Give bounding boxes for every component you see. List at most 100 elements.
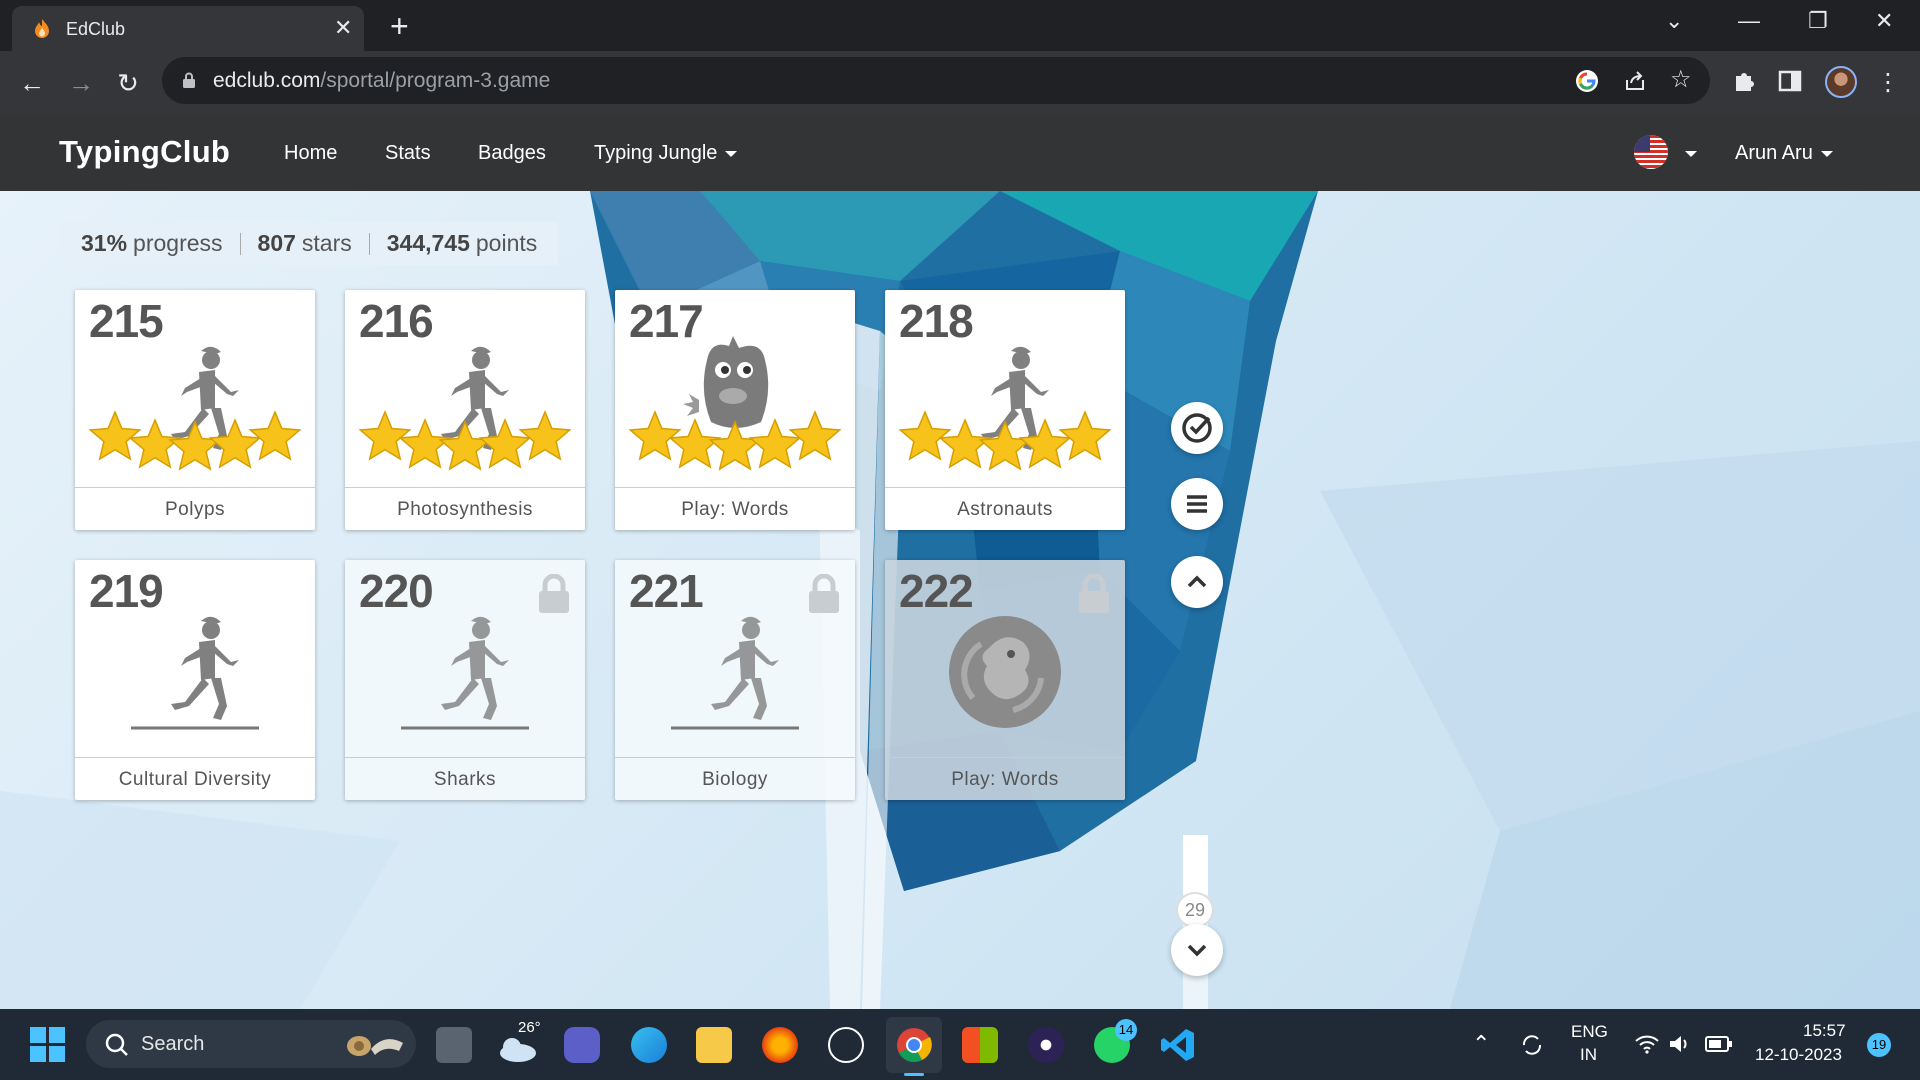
- monster-icon: [683, 336, 769, 428]
- runner-icon: [441, 616, 509, 720]
- vscode-icon[interactable]: [1160, 1027, 1196, 1063]
- lesson-label: Cultural Diversity: [75, 757, 315, 800]
- nav-typing-jungle-dropdown[interactable]: Typing Jungle: [594, 142, 738, 165]
- chevron-up-icon: [1187, 575, 1207, 588]
- star-icon: [248, 410, 302, 461]
- teams-chat-icon[interactable]: [564, 1027, 600, 1063]
- language-caret-icon[interactable]: [1685, 151, 1697, 157]
- windows-start-icon[interactable]: [30, 1027, 66, 1063]
- lesson-card[interactable]: 216 Photosynthesis: [345, 290, 585, 530]
- lesson-illustration: [88, 346, 302, 471]
- file-explorer-icon[interactable]: [696, 1027, 732, 1063]
- nav-home[interactable]: Home: [284, 142, 337, 165]
- star-icon: [978, 420, 1032, 471]
- edge-icon[interactable]: [631, 1027, 667, 1063]
- dell-icon[interactable]: [828, 1027, 864, 1063]
- google-icon[interactable]: [1574, 68, 1600, 94]
- lesson-illustration: [628, 336, 842, 471]
- chrome-menu-icon[interactable]: ⋮: [1870, 65, 1906, 101]
- nav-badges[interactable]: Badges: [478, 142, 546, 165]
- user-caret-icon: [1820, 150, 1833, 157]
- restore-icon[interactable]: ❐: [1808, 8, 1828, 34]
- sync-icon[interactable]: [1518, 1031, 1546, 1059]
- weather-temp: 26°: [518, 1019, 541, 1036]
- microsoft-store-icon[interactable]: [962, 1027, 998, 1063]
- task-view-icon[interactable]: [436, 1027, 472, 1063]
- progress-value: 31%: [81, 230, 128, 256]
- lock-icon: [809, 574, 839, 613]
- star-icon: [748, 418, 802, 469]
- chevron-down-icon: [1187, 944, 1207, 957]
- bookmark-star-icon[interactable]: ☆: [1670, 65, 1696, 93]
- tab-search-chevron-icon[interactable]: ⌄: [1665, 8, 1683, 34]
- points-value: 344,745: [386, 230, 470, 256]
- star-icon: [938, 418, 992, 469]
- tab-close-icon[interactable]: ✕: [334, 15, 352, 41]
- eclipse-icon[interactable]: [1028, 1027, 1064, 1063]
- lesson-illustration: [898, 346, 1112, 471]
- new-tab-icon[interactable]: +: [390, 8, 409, 45]
- runner-icon: [711, 616, 779, 720]
- clock-date[interactable]: 12-10-2023: [1755, 1045, 1842, 1065]
- chrome-icon[interactable]: [896, 1027, 932, 1063]
- menu-button[interactable]: [1171, 478, 1223, 530]
- lesson-card[interactable]: 220 Sharks: [345, 560, 585, 800]
- hamburger-icon: [1187, 495, 1207, 513]
- star-icon: [668, 418, 722, 469]
- lesson-map: 31% progress 807 stars 344,745 points 21…: [0, 191, 1920, 1009]
- star-icon: [438, 420, 492, 471]
- lesson-card[interactable]: 219 Cultural Diversity: [75, 560, 315, 800]
- nav-stats[interactable]: Stats: [385, 142, 431, 165]
- lesson-label: Play: Words: [615, 487, 855, 530]
- site-header: TypingClub Home Stats Badges Typing Jung…: [0, 115, 1920, 191]
- browser-tab-strip: EdClub ✕ + ⌄ — ❐ ✕: [0, 0, 1920, 51]
- brand-logo[interactable]: TypingClub: [59, 134, 230, 170]
- profile-avatar[interactable]: [1825, 66, 1857, 98]
- lesson-card[interactable]: 221 Biology: [615, 560, 855, 800]
- progress-stats-bar: 31% progress 807 stars 344,745 points: [60, 222, 559, 265]
- scroll-down-button[interactable]: [1171, 924, 1223, 976]
- close-window-icon[interactable]: ✕: [1875, 8, 1893, 34]
- caret-down-icon: [725, 150, 738, 157]
- divider: [239, 232, 241, 255]
- divider: [368, 232, 370, 255]
- star-icon: [168, 420, 222, 471]
- language-line2[interactable]: IN: [1580, 1045, 1597, 1065]
- wifi-icon[interactable]: [1634, 1033, 1660, 1055]
- share-icon[interactable]: [1622, 68, 1648, 94]
- notification-count[interactable]: 19: [1867, 1033, 1891, 1057]
- lesson-card[interactable]: 215 Polyps: [75, 290, 315, 530]
- extensions-puzzle-icon[interactable]: [1730, 67, 1758, 95]
- taskbar-search[interactable]: Search: [86, 1020, 416, 1068]
- forward-icon[interactable]: →: [63, 65, 99, 101]
- lesson-card[interactable]: 222 Play: Words: [885, 560, 1125, 800]
- completed-filter-button[interactable]: [1171, 402, 1223, 454]
- tab-title: EdClub: [66, 19, 126, 39]
- reload-icon[interactable]: ↻: [110, 65, 146, 101]
- lesson-card[interactable]: 218 Astronauts: [885, 290, 1125, 530]
- address-bar[interactable]: edclub.com/sportal/program-3.game ☆: [162, 57, 1710, 104]
- tray-chevron-up-icon[interactable]: ⌃: [1472, 1031, 1490, 1057]
- scroll-up-button[interactable]: [1171, 556, 1223, 608]
- back-icon[interactable]: ←: [14, 65, 50, 101]
- user-menu[interactable]: Arun Aru: [1735, 142, 1833, 165]
- volume-icon[interactable]: [1668, 1033, 1692, 1055]
- browser-tab[interactable]: EdClub ✕: [12, 6, 364, 51]
- firefox-icon[interactable]: [762, 1027, 798, 1063]
- bird-game-icon: [949, 616, 1061, 728]
- clock-time[interactable]: 15:57: [1803, 1021, 1846, 1041]
- scrollbar-thumb[interactable]: [1183, 835, 1208, 895]
- lesson-illustration: [949, 616, 1061, 728]
- runner-icon: [171, 616, 239, 720]
- lesson-card[interactable]: 217 Play: Words: [615, 290, 855, 530]
- language-line1[interactable]: ENG: [1571, 1022, 1608, 1042]
- stars-value: 807: [257, 230, 296, 256]
- lesson-illustration: [131, 616, 259, 730]
- minimize-icon[interactable]: —: [1738, 8, 1760, 34]
- battery-icon[interactable]: [1705, 1035, 1733, 1053]
- browser-toolbar: ← → ↻ edclub.com/sportal/program-3.game …: [0, 51, 1920, 115]
- search-icon: [105, 1033, 128, 1056]
- us-flag-icon[interactable]: [1634, 135, 1668, 169]
- edclub-favicon-icon: [35, 19, 49, 38]
- side-panel-icon[interactable]: [1776, 67, 1804, 95]
